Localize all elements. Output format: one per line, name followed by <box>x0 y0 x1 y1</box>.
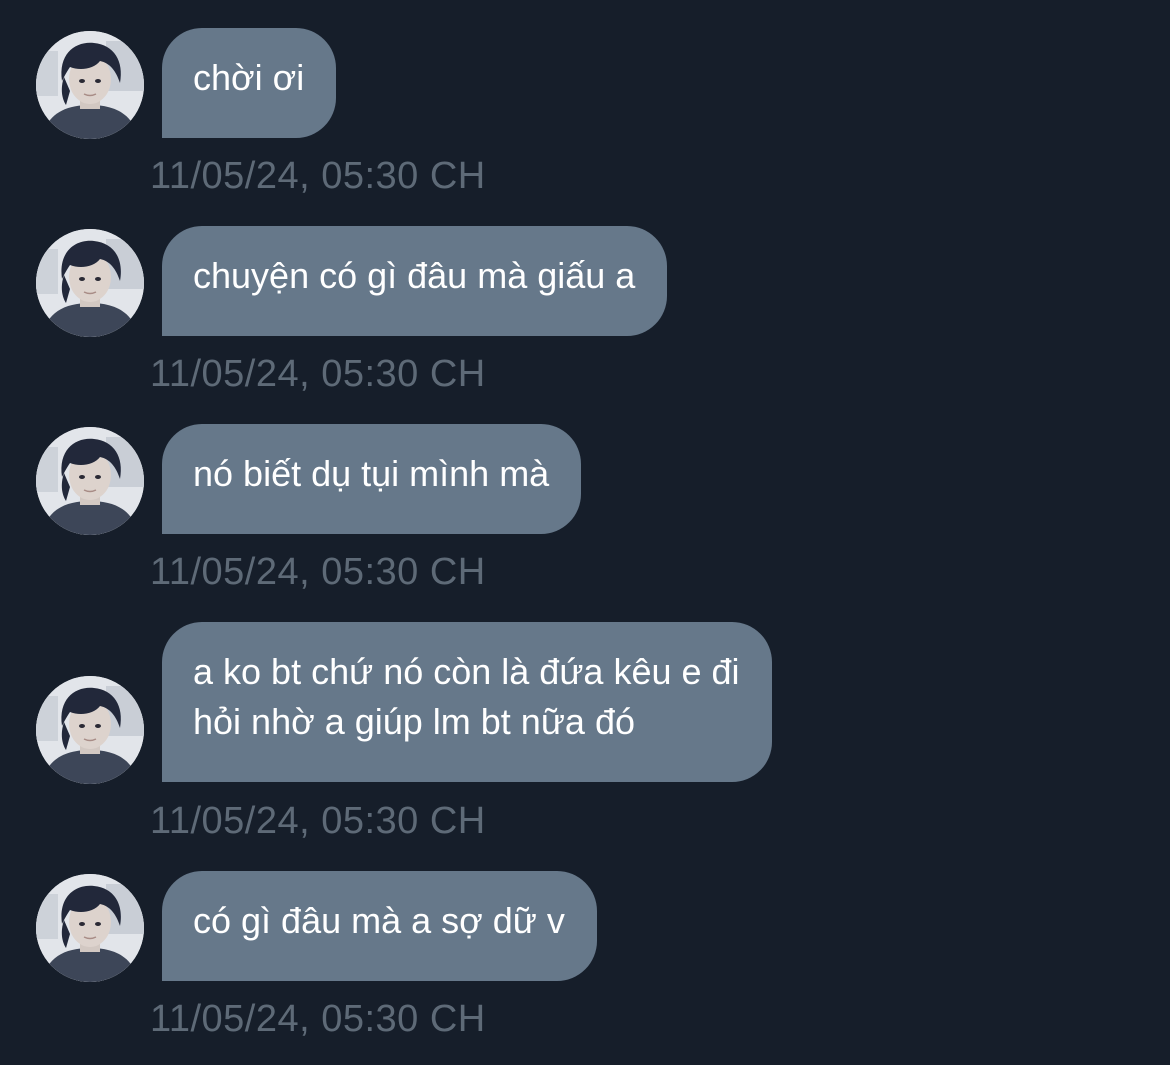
message-timestamp: 11/05/24, 05:30 CH <box>150 155 486 197</box>
user-avatar-icon[interactable] <box>36 676 144 784</box>
message-timestamp: 11/05/24, 05:30 CH <box>150 353 486 395</box>
message-timestamp: 11/05/24, 05:30 CH <box>150 800 486 842</box>
message-bubble[interactable]: chời ơi <box>162 28 337 138</box>
message-bubble[interactable]: a ko bt chứ nó còn là đứa kêu e đi hỏi n… <box>162 622 772 782</box>
message-thread: chời ơi 11/05/24, 05:30 CH chuyện có gì … <box>0 0 1170 1065</box>
message-bubble[interactable]: nó biết dụ tụi mình mà <box>162 424 582 534</box>
message-bubble[interactable]: có gì đâu mà a sợ dữ v <box>162 871 597 981</box>
user-avatar-icon[interactable] <box>36 427 144 535</box>
message-timestamp: 11/05/24, 05:30 CH <box>150 551 486 593</box>
message-bubble[interactable]: chuyện có gì đâu mà giấu a <box>162 226 668 336</box>
message-timestamp: 11/05/24, 05:30 CH <box>150 998 486 1040</box>
user-avatar-icon[interactable] <box>36 874 144 982</box>
user-avatar-icon[interactable] <box>36 229 144 337</box>
user-avatar-icon[interactable] <box>36 31 144 139</box>
